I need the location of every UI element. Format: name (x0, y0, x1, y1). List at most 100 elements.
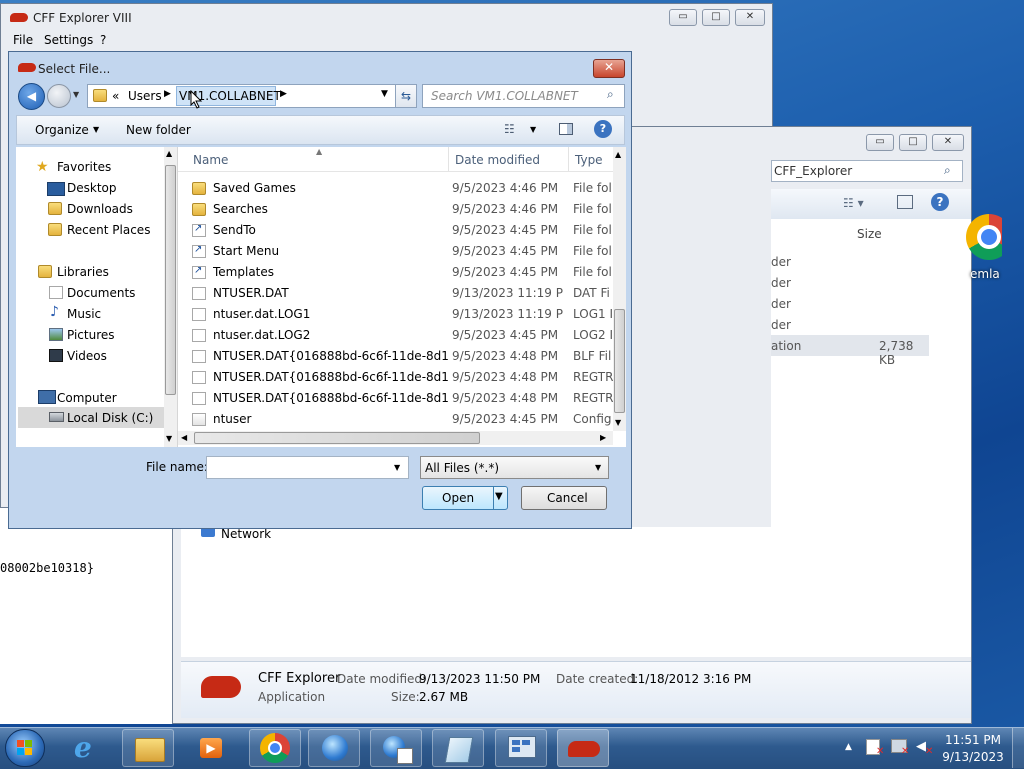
file-type-dropdown-icon[interactable]: ▼ (595, 463, 601, 472)
explorer-row[interactable]: der (771, 297, 791, 311)
file-row[interactable]: ntuser.dat.LOG2 9/5/2023 4:45 PM LOG2 I (178, 325, 618, 346)
file-row[interactable]: ↗ SendTo 9/5/2023 4:45 PM File fol (178, 220, 618, 241)
nav-downloads[interactable]: Downloads (67, 202, 133, 216)
scroll-down-icon[interactable]: ▼ (615, 418, 621, 427)
cancel-button[interactable]: Cancel (521, 486, 607, 510)
maximize-button[interactable]: □ (702, 9, 730, 26)
breadcrumb-users[interactable]: Users (128, 89, 162, 103)
file-row[interactable]: NTUSER.DAT{016888bd-6c6f-11de-8d1d-... 9/… (178, 388, 618, 409)
open-dropdown-icon[interactable]: ▼ (495, 491, 503, 502)
refresh-button[interactable]: ⇆ (395, 84, 417, 108)
nav-videos[interactable]: Videos (67, 349, 107, 363)
explorer-app-row[interactable]: ation 2,738 KB (771, 335, 929, 367)
explorer-address-bar[interactable]: CFF_Explorer ⌕ (771, 160, 963, 182)
scroll-down-icon[interactable]: ▼ (166, 434, 172, 443)
nav-favorites[interactable]: Favorites (57, 160, 111, 174)
cff-menu-file[interactable]: File (13, 33, 33, 47)
file-explorer-taskbar-icon[interactable] (122, 729, 174, 767)
nav-computer[interactable]: Computer (57, 391, 117, 405)
explorer-close-button[interactable]: ✕ (932, 134, 964, 151)
nav-documents[interactable]: Documents (67, 286, 135, 300)
search-input[interactable]: Search VM1.COLLABNET ⌕ (422, 84, 625, 108)
forward-button[interactable] (47, 84, 71, 108)
file-type-select[interactable]: All Files (*.*) ▼ (420, 456, 609, 479)
nav-scroll-thumb[interactable] (165, 165, 176, 395)
clock-time[interactable]: 11:51 PM (940, 733, 1006, 747)
nav-desktop[interactable]: Desktop (67, 181, 117, 195)
nav-scrollbar[interactable]: ▲ ▼ (164, 147, 177, 447)
back-button[interactable]: ◀ (18, 83, 45, 110)
scroll-left-icon[interactable]: ◀ (181, 433, 187, 442)
file-row[interactable]: Searches 9/5/2023 4:46 PM File fol (178, 199, 618, 220)
show-hidden-icons-icon[interactable]: ▲ (845, 742, 852, 752)
explorer-row[interactable]: der (771, 255, 791, 269)
breadcrumb-separator-icon[interactable]: ▶ (164, 89, 171, 99)
open-button[interactable]: Open ▼ (422, 486, 508, 510)
internet-explorer-taskbar-icon[interactable]: e (64, 729, 116, 767)
view-dropdown-icon[interactable]: ▼ (530, 125, 536, 134)
file-name-input[interactable]: ▼ (206, 456, 409, 479)
cff-titlebar[interactable]: CFF Explorer VIII ▭ □ ✕ (1, 4, 772, 32)
file-list-scrollbar[interactable]: ▲ ▼ (613, 147, 626, 431)
minimize-button[interactable]: ▭ (669, 9, 697, 26)
explorer-help-icon[interactable]: ? (931, 193, 949, 211)
network-settings-taskbar-icon[interactable] (370, 729, 422, 767)
explorer-search-icon[interactable]: ⌕ (944, 163, 951, 178)
scroll-up-icon[interactable]: ▲ (615, 150, 621, 159)
show-desktop-button[interactable] (1012, 728, 1024, 768)
new-folder-button[interactable]: New folder (126, 123, 191, 137)
search-icon[interactable]: ⌕ (607, 87, 614, 102)
control-panel-taskbar-icon[interactable] (495, 729, 547, 767)
chrome-taskbar-icon[interactable] (249, 729, 301, 767)
change-view-icon[interactable]: ☷ (504, 122, 515, 136)
organize-button[interactable]: Organize (35, 123, 89, 137)
explorer-row[interactable]: der (771, 276, 791, 290)
explorer-minimize-button[interactable]: ▭ (866, 134, 894, 151)
nav-libraries[interactable]: Libraries (57, 265, 109, 279)
clock-date[interactable]: 9/13/2023 (940, 750, 1006, 764)
file-row[interactable]: NTUSER.DAT 9/13/2023 11:19 PM DAT Fi (178, 283, 618, 304)
file-list-hscrollbar[interactable]: ◀ ▶ (178, 431, 613, 445)
file-row[interactable]: NTUSER.DAT{016888bd-6c6f-11de-8d1d-... 9/… (178, 346, 618, 367)
nav-music[interactable]: Music (67, 307, 101, 321)
file-row[interactable]: ↗ Templates 9/5/2023 4:45 PM File fol (178, 262, 618, 283)
recent-pages-dropdown-icon[interactable]: ▼ (73, 90, 79, 99)
network-globe-taskbar-icon[interactable] (308, 729, 360, 767)
column-name[interactable]: Name (193, 153, 228, 167)
explorer-column-size[interactable]: Size (857, 227, 882, 241)
dialog-titlebar[interactable]: Select File... ✕ (9, 52, 631, 80)
file-row[interactable]: ntuser 9/5/2023 4:45 PM Config (178, 409, 618, 430)
explorer-row[interactable]: der (771, 318, 791, 332)
help-icon[interactable]: ? (594, 120, 612, 138)
media-player-taskbar-icon[interactable]: ▶ (186, 729, 238, 767)
scroll-right-icon[interactable]: ▶ (600, 433, 606, 442)
cff-menu-settings[interactable]: Settings (44, 33, 93, 47)
start-button[interactable] (5, 729, 45, 767)
column-type[interactable]: Type (575, 153, 603, 167)
file-row[interactable]: Saved Games 9/5/2023 4:46 PM File fol (178, 178, 618, 199)
cff-explorer-taskbar-icon[interactable] (557, 729, 609, 767)
explorer-maximize-button[interactable]: □ (899, 134, 927, 151)
breadcrumb-overflow[interactable]: « (112, 89, 119, 103)
cff-menu-help[interactable]: ? (100, 33, 106, 47)
nav-recent-places[interactable]: Recent Places (67, 223, 150, 237)
file-row[interactable]: ntuser.dat.LOG1 9/13/2023 11:19 PM LOG1 I (178, 304, 618, 325)
file-name-dropdown-icon[interactable]: ▼ (394, 463, 400, 472)
file-row[interactable]: NTUSER.DAT{016888bd-6c6f-11de-8d1d-... 9/… (178, 367, 618, 388)
nav-local-disk-row[interactable]: Local Disk (C:) (18, 407, 164, 428)
file-list-scroll-thumb[interactable] (614, 309, 625, 413)
notepad-taskbar-icon[interactable] (432, 729, 484, 767)
chrome-desktop-icon[interactable] (966, 214, 1002, 266)
preview-pane-icon[interactable] (559, 123, 573, 135)
close-button[interactable]: ✕ (735, 9, 765, 26)
file-row[interactable]: ↗ Start Menu 9/5/2023 4:45 PM File fol (178, 241, 618, 262)
dialog-close-button[interactable]: ✕ (593, 59, 625, 78)
address-bar[interactable]: « Users ▶ VM1.COLLABNET ▶ ▼ (87, 84, 402, 108)
explorer-view-icon[interactable]: ☷ ▾ (843, 196, 864, 210)
nav-pictures[interactable]: Pictures (67, 328, 115, 342)
nav-network[interactable]: Network (221, 527, 271, 541)
scroll-up-icon[interactable]: ▲ (166, 149, 172, 158)
explorer-preview-pane-icon[interactable] (897, 195, 913, 209)
file-list-hscroll-thumb[interactable] (194, 432, 480, 444)
organize-dropdown-icon[interactable]: ▼ (93, 125, 99, 134)
